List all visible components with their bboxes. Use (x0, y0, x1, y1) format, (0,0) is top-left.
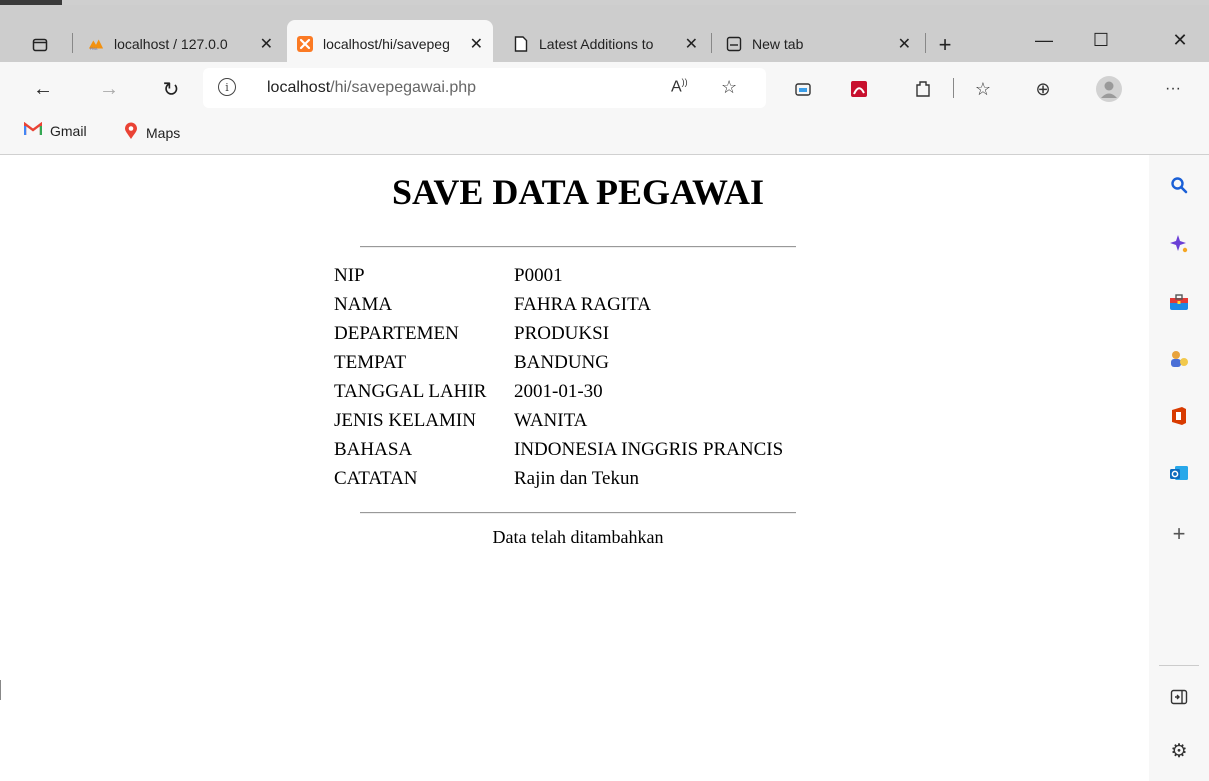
close-icon[interactable]: ✕ (470, 34, 483, 54)
address-bar[interactable]: i localhost/hi/savepegawai.php A)) ☆ (203, 68, 766, 108)
collections-icon[interactable] (790, 76, 816, 102)
copilot-sparkle-icon[interactable] (1167, 232, 1191, 256)
add-collection-icon[interactable]: ⊕ (1030, 76, 1056, 102)
data-row-nama: NAMA FAHRA RAGITA (334, 294, 651, 318)
tab-separator (925, 33, 926, 53)
field-label: NIP (334, 265, 365, 286)
browser-toolbar: ← → ↻ i localhost/hi/savepegawai.php A))… (0, 62, 1209, 114)
maximize-button[interactable]: ☐ (1081, 25, 1121, 55)
field-value: WANITA (514, 410, 588, 431)
close-icon[interactable]: ✕ (260, 34, 273, 54)
field-label: DEPARTEMEN (334, 323, 459, 344)
tab-title: New tab (752, 35, 804, 52)
data-row-jenis-kelamin: JENIS KELAMIN WANITA (334, 410, 587, 434)
tab-separator (711, 33, 712, 53)
minimize-button[interactable]: — (1024, 25, 1064, 55)
profile-avatar[interactable] (1096, 76, 1122, 102)
svg-text:PMA: PMA (90, 46, 98, 50)
status-message: Data telah ditambahkan (492, 527, 664, 547)
refresh-button[interactable]: ↻ (156, 74, 186, 104)
read-aloud-icon[interactable]: A)) (671, 77, 688, 96)
extensions-icon[interactable] (910, 76, 936, 102)
tab-actions-icon[interactable] (30, 35, 50, 55)
tab-separator (72, 33, 73, 53)
favorites-icon[interactable]: ☆ (970, 76, 996, 102)
phpmyadmin-icon: PMA (88, 36, 104, 52)
tab-new-tab[interactable]: New tab ✕ (716, 20, 921, 67)
data-row-departemen: DEPARTEMEN PRODUKSI (334, 323, 609, 347)
close-window-button[interactable]: ✕ (1160, 25, 1200, 55)
bookmarks-bar: Gmail Maps (0, 114, 1209, 155)
back-button[interactable]: ← (28, 74, 58, 104)
close-icon[interactable]: ✕ (898, 34, 911, 54)
search-icon[interactable] (1167, 173, 1191, 197)
edge-sidebar: + ⚙ (1149, 155, 1209, 781)
new-tab-button[interactable]: + (935, 32, 955, 57)
page-title: SAVE DATA PEGAWAI (391, 172, 765, 212)
pdf-extension-icon[interactable] (846, 76, 872, 102)
xampp-icon (297, 35, 313, 52)
hide-sidebar-icon[interactable] (1167, 685, 1191, 709)
field-label: JENIS KELAMIN (334, 410, 476, 431)
tools-briefcase-icon[interactable] (1167, 290, 1191, 314)
maps-icon (124, 122, 138, 144)
field-label: BAHASA (334, 439, 413, 460)
data-row-nip: NIP P0001 (334, 265, 563, 289)
field-value: PRODUKSI (514, 323, 610, 344)
add-favorite-icon[interactable]: ☆ (721, 77, 737, 98)
data-row-tanggal-lahir: TANGGAL LAHIR 2001-01-30 (334, 381, 603, 405)
toolbar-separator (953, 78, 954, 98)
data-row-catatan: CATATAN Rajin dan Tekun (334, 468, 639, 492)
tab-bar: PMA localhost / 127.0.0 ✕ localhost/hi/s… (0, 5, 1209, 67)
field-value: FAHRA RAGITA (514, 294, 651, 315)
divider (360, 512, 796, 514)
sidebar-separator (1159, 665, 1199, 666)
field-value: INDONESIA INGGRIS PRANCIS (514, 439, 784, 460)
data-row-tempat: TEMPAT BANDUNG (334, 352, 609, 376)
url-text[interactable]: localhost/hi/savepegawai.php (267, 79, 476, 97)
field-label: TANGGAL LAHIR (334, 381, 487, 402)
gmail-icon (23, 121, 43, 140)
more-options-icon[interactable]: ··· (1160, 76, 1186, 102)
tab-latest-additions[interactable]: Latest Additions to ✕ (503, 20, 708, 67)
page-icon (513, 35, 529, 52)
bookmark-label: Gmail (50, 123, 87, 139)
games-icon[interactable] (1167, 347, 1191, 371)
outlook-icon[interactable] (1167, 461, 1191, 485)
forward-button[interactable]: → (94, 74, 124, 104)
field-label: NAMA (334, 294, 393, 315)
divider (360, 246, 796, 248)
tab-savepegawai[interactable]: localhost/hi/savepeg ✕ (287, 20, 493, 67)
window-edge (0, 680, 1, 700)
close-icon[interactable]: ✕ (685, 34, 698, 54)
tab-title: localhost/hi/savepeg (323, 35, 450, 52)
page-content: SAVE DATA PEGAWAI NIP P0001 NAMA FAHRA R… (0, 155, 1149, 781)
tab-title: Latest Additions to (539, 35, 654, 52)
office-icon[interactable] (1167, 404, 1191, 428)
field-label: CATATAN (334, 468, 418, 489)
settings-gear-icon[interactable]: ⚙ (1167, 739, 1191, 763)
tab-phpmyadmin[interactable]: PMA localhost / 127.0.0 ✕ (78, 20, 283, 67)
field-value: 2001-01-30 (514, 381, 603, 402)
tab-title: localhost / 127.0.0 (114, 35, 228, 52)
field-value: Rajin dan Tekun (514, 468, 639, 489)
bookmark-maps[interactable]: Maps (124, 122, 180, 144)
add-sidebar-app-icon[interactable]: + (1167, 521, 1191, 546)
field-value: BANDUNG (514, 352, 609, 373)
new-tab-icon (726, 36, 742, 52)
data-row-bahasa: BAHASA INDONESIA INGGRIS PRANCIS (334, 439, 783, 463)
field-value: P0001 (514, 265, 563, 286)
bookmark-gmail[interactable]: Gmail (23, 121, 87, 140)
site-info-icon[interactable]: i (218, 78, 236, 96)
bookmark-label: Maps (146, 125, 181, 141)
field-label: TEMPAT (334, 352, 407, 373)
